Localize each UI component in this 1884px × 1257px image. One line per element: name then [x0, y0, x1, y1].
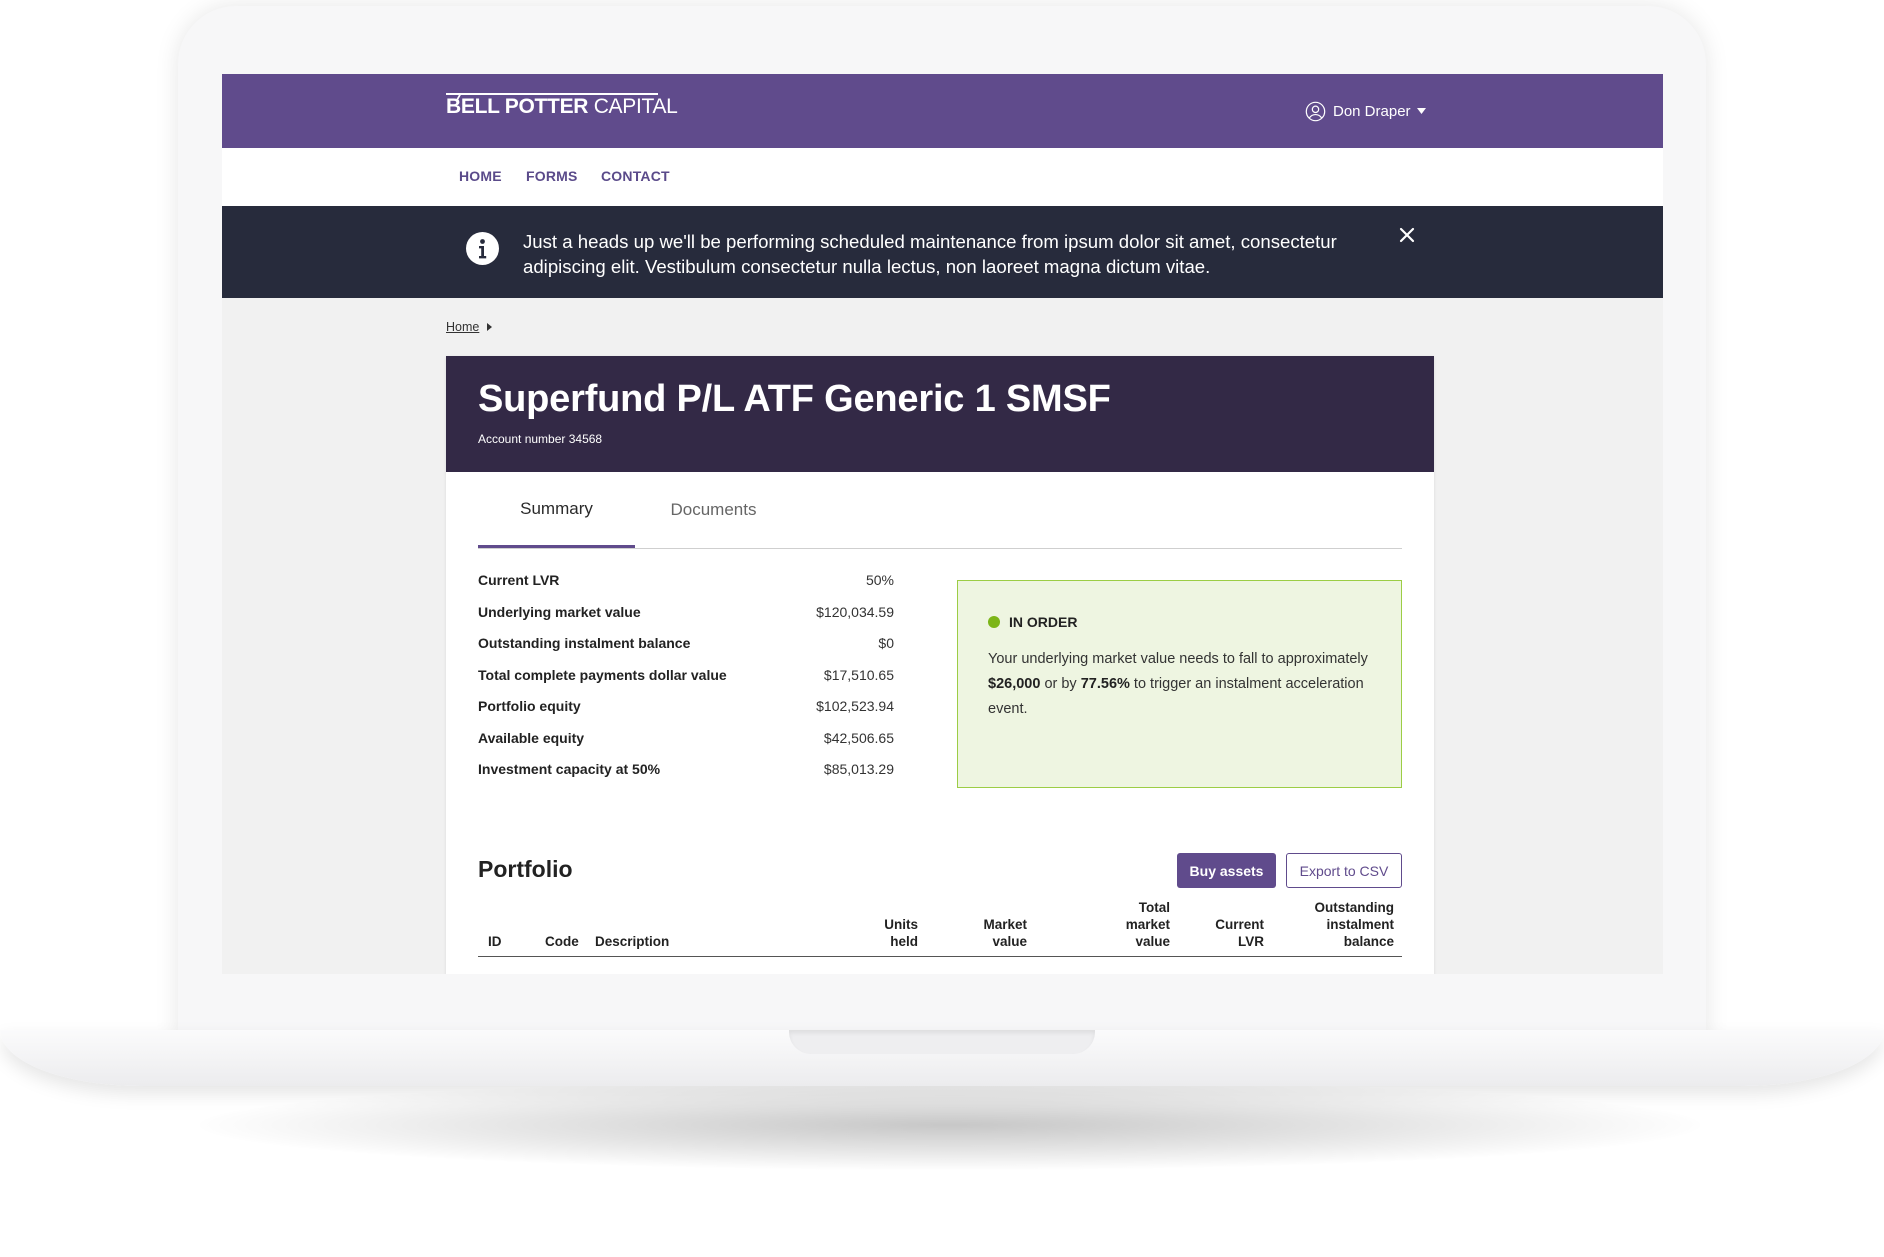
summary-value: $17,510.65: [823, 666, 894, 683]
breadcrumb: Home: [446, 320, 493, 334]
banner-message: Just a heads up we'll be performing sche…: [523, 231, 1337, 277]
summary-label: Underlying market value: [478, 603, 641, 620]
column-header-id[interactable]: ID: [488, 933, 502, 950]
status-message: Your underlying market value needs to fa…: [988, 647, 1378, 722]
summary-row: Outstanding instalment balance $0: [478, 635, 894, 667]
summary-value: $85,013.29: [823, 761, 894, 777]
summary-label: Total complete payments dollar value: [478, 666, 727, 683]
brand-name-bold: BELL POTTER: [446, 95, 589, 118]
nav-item-contact[interactable]: CONTACT: [601, 168, 670, 184]
portfolio-title: Portfolio: [478, 856, 573, 882]
summary-value: $0: [878, 635, 894, 651]
summary-label: Current LVR: [478, 572, 560, 588]
tab-documents[interactable]: Documents: [635, 472, 792, 548]
device-shadow: [200, 1080, 1700, 1170]
maintenance-banner: Just a heads up we'll be performing sche…: [222, 206, 1663, 298]
user-name: Don Draper: [1333, 102, 1411, 120]
summary-row: Investment capacity at 50% $85,013.29: [478, 761, 894, 793]
brand-name-regular: CAPITAL: [588, 95, 678, 118]
summary-row: Underlying market value $120,034.59: [478, 604, 894, 636]
column-header-current-lvr[interactable]: Current LVR: [1215, 916, 1264, 950]
summary-value: $120,034.59: [816, 603, 894, 620]
summary-value: 50%: [865, 572, 894, 588]
status-percent: 77.56%: [1080, 676, 1130, 692]
export-csv-button[interactable]: Export to CSV: [1286, 853, 1402, 888]
user-menu[interactable]: Don Draper: [1305, 98, 1433, 124]
portfolio-table-header: ID Code Description Units held Market va…: [478, 900, 1402, 957]
account-card: Superfund P/L ATF Generic 1 SMSF Account…: [446, 356, 1434, 974]
summary-row: Available equity $42,506.65: [478, 730, 894, 762]
account-tabs: Summary Documents: [478, 472, 1402, 549]
column-header-units-held[interactable]: Units held: [884, 916, 918, 950]
nav-item-home[interactable]: HOME: [459, 168, 502, 184]
summary-label: Outstanding instalment balance: [478, 635, 691, 651]
account-number: Account number 34568: [478, 432, 603, 446]
column-header-description[interactable]: Description: [595, 933, 669, 950]
nav-item-forms[interactable]: FORMS: [526, 168, 578, 184]
lvr-status-panel: IN ORDER Your underlying market value ne…: [957, 580, 1402, 788]
summary-value: $102,523.94: [816, 698, 894, 714]
column-header-total-market-value[interactable]: Total market value: [1126, 899, 1170, 950]
tab-summary[interactable]: Summary: [478, 472, 635, 548]
summary-row: Current LVR 50%: [478, 572, 894, 604]
status-dot-icon: [988, 616, 1000, 628]
status-heading: IN ORDER: [988, 614, 1077, 630]
main-nav: HOME FORMS CONTACT: [222, 148, 1663, 206]
laptop-notch: [789, 1030, 1095, 1054]
column-header-code[interactable]: Code: [545, 933, 579, 950]
summary-label: Investment capacity at 50%: [478, 761, 661, 777]
summary-label: Available equity: [478, 729, 585, 746]
breadcrumb-arrow-icon: [487, 323, 493, 331]
screen: BELL POTTER CAPITAL Don Draper HOME FORM…: [222, 74, 1663, 974]
close-icon[interactable]: [1396, 224, 1418, 246]
breadcrumb-home-link[interactable]: Home: [446, 320, 479, 334]
status-text-part: or by: [1040, 676, 1081, 692]
summary-table: Current LVR 50% Underlying market value …: [478, 572, 894, 793]
column-header-market-value[interactable]: Market value: [983, 916, 1027, 950]
brand-logo[interactable]: BELL POTTER CAPITAL: [446, 95, 678, 119]
column-header-outstanding-balance[interactable]: Outstanding instalment balance: [1315, 899, 1395, 950]
top-bar: BELL POTTER CAPITAL Don Draper: [222, 74, 1663, 148]
status-label: IN ORDER: [1009, 614, 1078, 630]
summary-value: $42,506.65: [823, 729, 894, 746]
info-icon: [466, 232, 499, 265]
user-circle-icon: [1305, 101, 1326, 121]
buy-assets-button[interactable]: Buy assets: [1177, 853, 1276, 888]
status-amount: $26,000: [988, 676, 1041, 692]
account-header: Superfund P/L ATF Generic 1 SMSF Account…: [446, 356, 1434, 472]
summary-row: Portfolio equity $102,523.94: [478, 698, 894, 730]
summary-label: Portfolio equity: [478, 698, 581, 714]
account-title: Superfund P/L ATF Generic 1 SMSF: [478, 378, 1111, 420]
status-text-part: Your underlying market value needs to fa…: [988, 651, 1368, 667]
summary-row: Total complete payments dollar value $17…: [478, 667, 894, 699]
chevron-down-icon: [1416, 108, 1426, 114]
